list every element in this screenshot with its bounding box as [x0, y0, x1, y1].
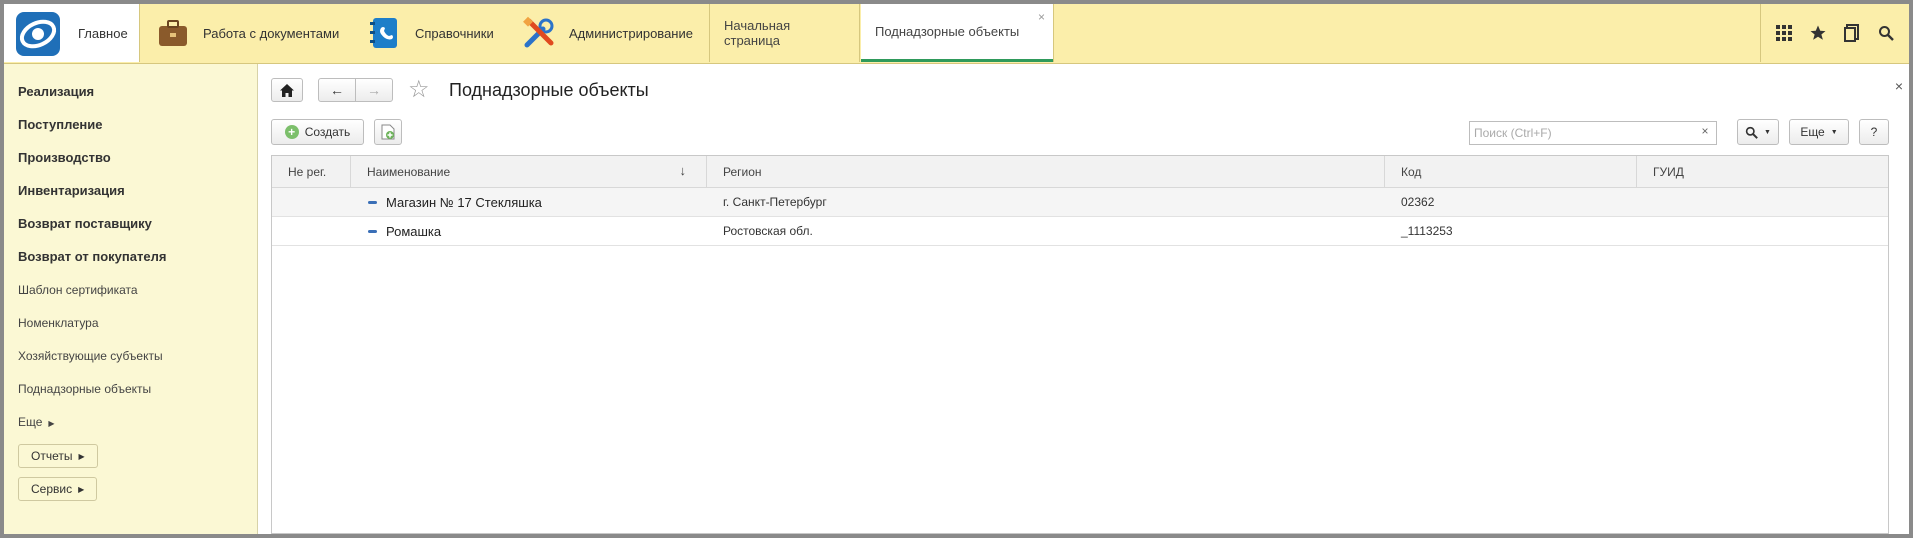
search-icon[interactable]: [1872, 19, 1900, 47]
address-book-icon: [370, 18, 397, 48]
section-references-label: Справочники: [415, 25, 494, 41]
tab-supervised-objects[interactable]: Поднадзорные объекты ×: [861, 4, 1053, 62]
section-administration[interactable]: Администрирование: [521, 4, 693, 62]
sidebar-item-supervised-objects[interactable]: Поднадзорные объекты: [18, 382, 151, 396]
tab-supervised-objects-label: Поднадзорные объекты: [875, 24, 1020, 39]
section-administration-label: Администрирование: [569, 25, 693, 41]
column-not-registered[interactable]: Не рег.: [272, 156, 351, 187]
apps-grid-icon[interactable]: [1770, 19, 1798, 47]
cell-name: Ромашка: [368, 217, 441, 245]
home-icon: [280, 83, 294, 97]
document-add-icon: [381, 124, 395, 140]
tab-home-page-label: Начальная страница: [724, 18, 791, 48]
cell-region: г. Санкт-Петербург: [723, 195, 827, 209]
sidebar-item-return-from-customer[interactable]: Возврат от покупателя: [18, 249, 166, 264]
sidebar-item-return-to-supplier[interactable]: Возврат поставщику: [18, 216, 152, 231]
create-button-label: Создать: [304, 125, 351, 139]
table-row[interactable]: Магазин № 17 Стекляшка г. Санкт-Петербур…: [272, 188, 1888, 217]
cell-name-text: Ромашка: [386, 223, 442, 239]
objects-table: Не рег. Наименование ↓ Регион Код ГУИД М…: [271, 155, 1889, 534]
dropdown-arrow-icon: ▼: [1830, 128, 1838, 136]
cell-code: _1113253: [1401, 224, 1453, 238]
triangle-right-icon: ▶: [78, 451, 85, 461]
column-guid[interactable]: ГУИД: [1637, 156, 1888, 187]
form-area: ← → ☆ Поднадзорные объекты × + Создать ×…: [259, 64, 1909, 534]
section-references[interactable]: Справочники: [367, 4, 494, 62]
cell-region: Ростовская обл.: [723, 224, 813, 238]
more-actions-label: Еще: [1800, 125, 1825, 139]
sidebar-item-nomenclature[interactable]: Номенклатура: [18, 316, 99, 330]
tab-close-icon[interactable]: ×: [1038, 10, 1045, 24]
cell-name: Магазин № 17 Стекляшка: [368, 188, 542, 216]
sort-down-icon: ↓: [679, 163, 687, 178]
create-group-button[interactable]: [374, 119, 402, 145]
search-clear-icon[interactable]: ×: [1695, 124, 1715, 138]
item-marker-icon: [368, 229, 377, 233]
form-close-icon[interactable]: ×: [1895, 78, 1903, 94]
more-actions-button[interactable]: Еще ▼: [1789, 119, 1849, 145]
sidebar-item-inventory[interactable]: Инвентаризация: [18, 183, 125, 198]
service-button[interactable]: Сервис ▶: [18, 477, 98, 501]
forward-button[interactable]: →: [355, 78, 393, 102]
sidebar-item-certificate-template[interactable]: Шаблон сертификата: [18, 283, 138, 297]
table-row[interactable]: Ромашка Ростовская обл. _1113253: [272, 217, 1888, 246]
reports-button-label: Отчеты: [31, 449, 73, 463]
sidebar-more-label: Еще: [18, 415, 43, 429]
section-documents[interactable]: Работа с документами: [155, 4, 339, 62]
sidebar: Реализация Поступление Производство Инве…: [4, 64, 258, 534]
plus-circle-icon: +: [284, 125, 299, 139]
sidebar-item-receipts[interactable]: Поступление: [18, 117, 103, 132]
cell-code: 02362: [1401, 195, 1435, 209]
sidebar-item-sales[interactable]: Реализация: [18, 84, 94, 99]
sidebar-item-production[interactable]: Производство: [18, 150, 111, 165]
column-name[interactable]: Наименование ↓: [351, 156, 707, 187]
search-input[interactable]: [1469, 121, 1717, 145]
cell-name-text: Магазин № 17 Стекляшка: [386, 194, 542, 210]
tools-icon: [523, 16, 554, 48]
top-toolbar: [1760, 4, 1909, 62]
history-icon[interactable]: [1838, 19, 1866, 47]
add-to-favorites-star-icon[interactable]: ☆: [408, 75, 430, 104]
search-options-button[interactable]: ▼: [1737, 119, 1779, 145]
sidebar-more[interactable]: Еще ▶: [18, 415, 55, 429]
column-name-label: Наименование: [367, 164, 451, 179]
create-button[interactable]: + Создать: [271, 119, 364, 145]
section-panel: Главное Работа с документами Справочники: [0, 0, 1913, 64]
arrow-left-icon: ←: [330, 82, 344, 98]
back-button[interactable]: ←: [318, 78, 356, 102]
tab-home-page[interactable]: Начальная страница: [710, 4, 860, 62]
home-button[interactable]: [271, 78, 303, 102]
column-code[interactable]: Код: [1385, 156, 1637, 187]
section-documents-label: Работа с документами: [203, 25, 340, 41]
service-button-label: Сервис: [31, 482, 73, 496]
help-label: ?: [1870, 125, 1878, 139]
sidebar-item-business-entities[interactable]: Хозяйствующие субъекты: [18, 349, 163, 363]
dropdown-arrow-icon: ▼: [1764, 128, 1771, 136]
triangle-right-icon: ▶: [48, 419, 55, 428]
search-icon: [1745, 126, 1758, 139]
arrow-right-icon: →: [367, 82, 381, 98]
section-main-label: Главное: [78, 25, 128, 41]
column-region[interactable]: Регион: [707, 156, 1385, 187]
reports-button[interactable]: Отчеты ▶: [18, 444, 98, 468]
triangle-right-icon: ▶: [78, 484, 85, 494]
item-marker-icon: [368, 200, 377, 204]
favorites-star-icon[interactable]: [1804, 19, 1832, 47]
table-header: Не рег. Наименование ↓ Регион Код ГУИД: [272, 156, 1888, 188]
briefcase-icon: [159, 20, 187, 46]
tabs-end-divider: [1053, 4, 1054, 62]
app-logo-icon: [16, 12, 60, 56]
page-title: Поднадзорные объекты: [449, 80, 649, 100]
help-button[interactable]: ?: [1859, 119, 1889, 145]
